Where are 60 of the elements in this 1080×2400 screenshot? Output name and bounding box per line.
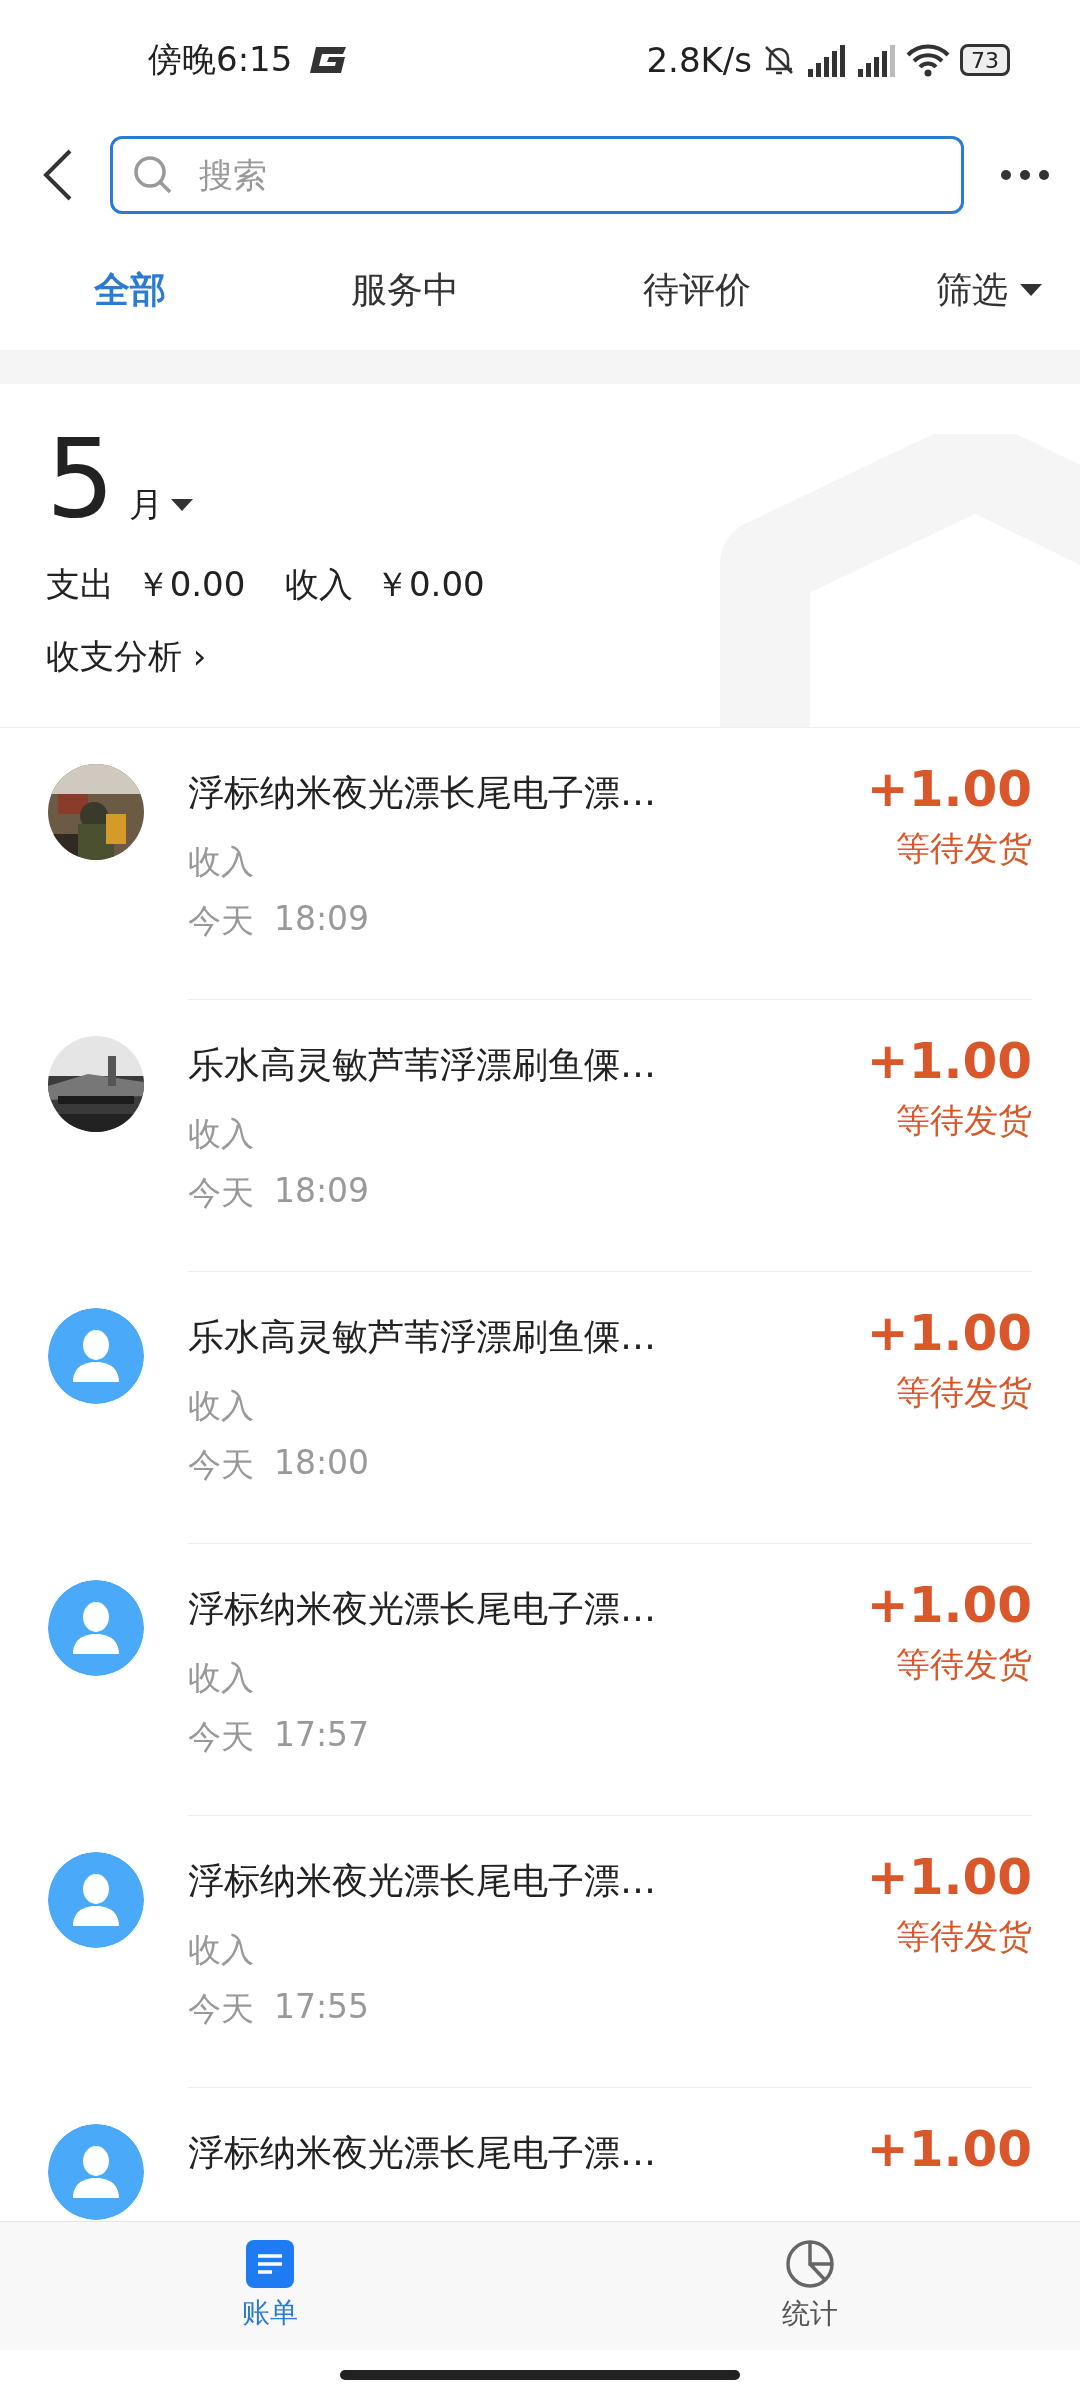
transaction-type: 收入 (188, 1113, 255, 1155)
filter-tab[interactable]: 全部 (94, 265, 166, 315)
g-logo-icon (308, 45, 349, 75)
expense-total: 支出 ￥0.00 (46, 563, 246, 606)
bill-icon (246, 2240, 294, 2288)
transaction-date: 今天 (188, 900, 254, 942)
battery-level: 73 (960, 44, 1010, 76)
order-status: 等待发货 (896, 1643, 1032, 1686)
order-status: 等待发货 (896, 1915, 1032, 1958)
transaction-type: 收入 (188, 1929, 255, 1971)
transaction-date: 今天 (188, 1172, 254, 1214)
transaction-amount: +1.00 (866, 2120, 1032, 2178)
signal-icon (806, 43, 846, 77)
order-status: 等待发货 (896, 1099, 1032, 1142)
caret-icon[interactable] (170, 499, 193, 511)
transaction-date: 今天 (188, 1444, 254, 1486)
item-title[interactable]: 浮标纳米夜光漂长尾电子漂… (188, 1856, 867, 1906)
transaction-date: 今天 (188, 1716, 254, 1758)
caret-icon (1019, 284, 1042, 296)
transaction-amount: +1.00 (866, 1032, 1032, 1090)
month-number[interactable]: 5 (46, 424, 115, 534)
transaction-type: 收入 (188, 1657, 255, 1699)
person-icon (48, 1852, 144, 1948)
signal-icon (856, 43, 896, 77)
transaction-amount: +1.00 (866, 1576, 1032, 1634)
transaction-date: 今天 (188, 1988, 254, 2030)
transaction-type: 收入 (188, 1385, 255, 1427)
search-field[interactable]: 搜索 (110, 136, 964, 214)
filter-tab[interactable]: 服务中 (350, 265, 459, 315)
item-title[interactable]: 乐水高灵敏芦苇浮漂刷鱼傈… (188, 1312, 867, 1362)
transaction-time: 18:09 (274, 899, 370, 940)
income-total: 收入 ￥0.00 (285, 563, 485, 606)
transaction-amount: +1.00 (866, 760, 1032, 818)
order-status: 等待发货 (896, 1371, 1032, 1414)
pie-chart-icon (785, 2239, 835, 2289)
person-icon (48, 1308, 144, 1404)
order-status: 等待发货 (896, 827, 1032, 870)
status-time: 傍晚6:15 (148, 38, 293, 81)
item-title[interactable]: 浮标纳米夜光漂长尾电子漂… (188, 2128, 867, 2178)
search-icon (132, 154, 174, 196)
transaction-amount: +1.00 (866, 1304, 1032, 1362)
transaction-type: 收入 (188, 841, 255, 883)
item-title[interactable]: 浮标纳米夜光漂长尾电子漂… (188, 1584, 867, 1634)
person-icon (48, 1580, 144, 1676)
filter-tab[interactable]: 待评价 (643, 265, 752, 315)
analysis-link[interactable]: 收支分析 › (46, 634, 207, 680)
network-speed: 2.8K/s (646, 40, 752, 80)
item-title[interactable]: 浮标纳米夜光漂长尾电子漂… (188, 768, 867, 818)
item-title[interactable]: 乐水高灵敏芦苇浮漂刷鱼傈… (188, 1040, 867, 1090)
transaction-time: 17:55 (274, 1987, 370, 2028)
nav-tab[interactable]: 账单 (0, 2222, 540, 2350)
filter-tab[interactable]: 筛选 (935, 265, 1042, 315)
wifi-icon (906, 43, 950, 77)
transaction-amount: +1.00 (866, 1848, 1032, 1906)
more-icon[interactable] (1000, 169, 1050, 181)
month-unit[interactable]: 月 (128, 482, 163, 528)
nav-tab[interactable]: 统计 (540, 2222, 1080, 2350)
transaction-time: 18:09 (274, 1171, 370, 1212)
transaction-time: 18:00 (274, 1443, 370, 1484)
transaction-time: 17:57 (274, 1715, 370, 1756)
